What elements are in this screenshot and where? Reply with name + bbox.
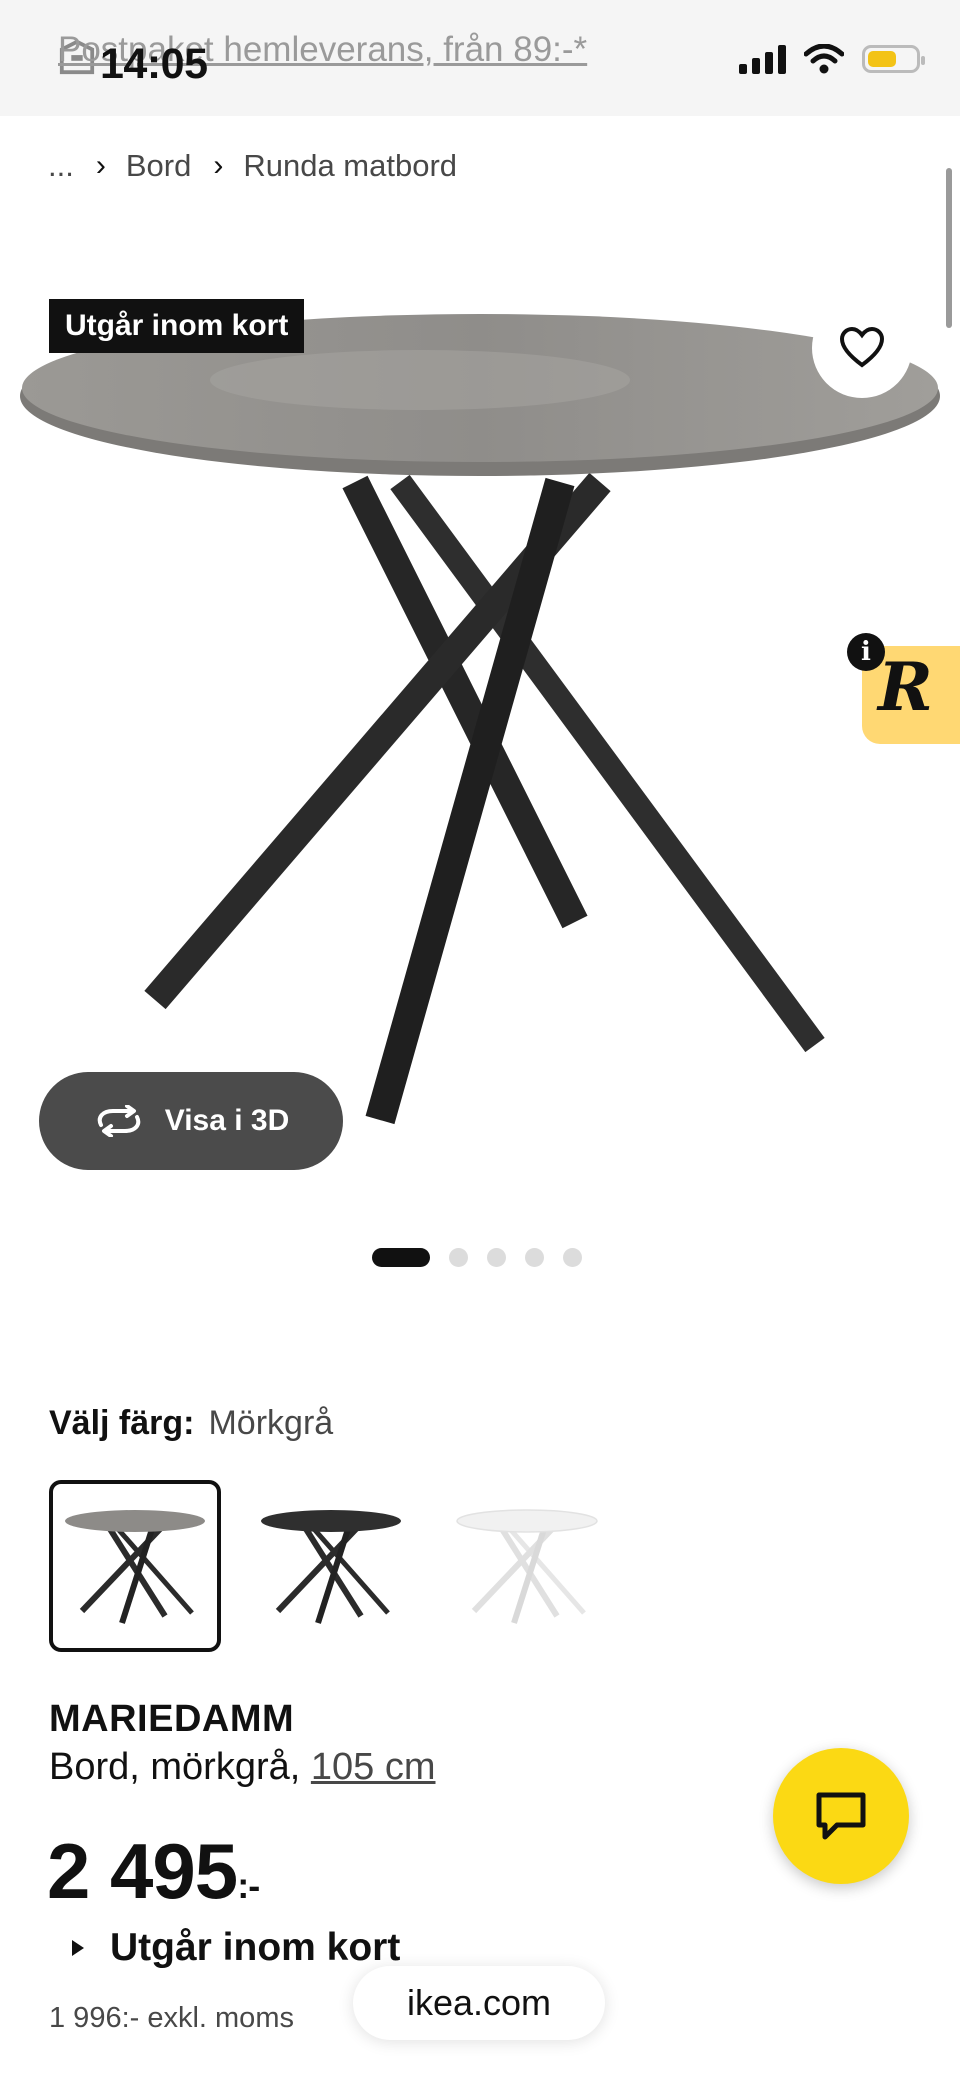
caret-right-icon	[72, 1940, 84, 1956]
swatch-black[interactable]	[245, 1480, 417, 1652]
swatch-white[interactable]	[441, 1480, 613, 1652]
info-icon[interactable]: i	[847, 633, 885, 671]
battery-level	[868, 51, 896, 67]
swatch-image	[65, 1510, 205, 1624]
wifi-icon	[804, 44, 844, 74]
cellular-signal-icon	[739, 44, 786, 74]
carousel-dot[interactable]	[372, 1248, 430, 1267]
r-logo: R	[878, 648, 933, 726]
product-size-link[interactable]: 105 cm	[311, 1746, 436, 1788]
breadcrumb-ellipsis[interactable]: ...	[48, 148, 74, 184]
view-3d-button[interactable]: Visa i 3D	[39, 1072, 343, 1170]
carousel-dot[interactable]	[487, 1248, 506, 1267]
favorite-button[interactable]	[812, 298, 912, 398]
selected-color: Mörkgrå	[208, 1404, 334, 1442]
availability-toggle[interactable]: Utgår inom kort	[72, 1926, 400, 1970]
color-swatches	[49, 1480, 613, 1652]
price-excl-vat: 1 996:- exkl. moms	[49, 2002, 294, 2034]
swatch-dark-grey[interactable]	[49, 1480, 221, 1652]
product-description: Bord, mörkgrå, 105 cm	[49, 1746, 436, 1789]
chat-button[interactable]	[773, 1748, 909, 1884]
product-image-carousel[interactable]	[0, 210, 960, 1170]
breadcrumb: ... › Bord › Runda matbord	[48, 148, 457, 184]
product-name: MARIEDAMM	[49, 1698, 295, 1740]
view-3d-label: Visa i 3D	[164, 1104, 290, 1137]
status-time: 14:05	[100, 40, 208, 88]
carousel-dot[interactable]	[449, 1248, 468, 1267]
price-suffix: :-	[237, 1865, 260, 1906]
browser-domain: ikea.com	[406, 1982, 552, 2023]
swatch-image	[456, 1509, 598, 1624]
product-price: 2 495:-	[47, 1826, 260, 1917]
availability-text: Utgår inom kort	[110, 1926, 401, 1969]
breadcrumb-runda-matbord[interactable]: Runda matbord	[243, 148, 457, 184]
carousel-dots	[372, 1248, 582, 1267]
price-value: 2 495	[47, 1827, 238, 1915]
status-icons	[739, 44, 925, 74]
color-picker-label: Välj färg:	[49, 1404, 195, 1442]
carousel-dot[interactable]	[525, 1248, 544, 1267]
discontinued-badge: Utgår inom kort	[49, 299, 305, 353]
chevron-right-icon: ›	[213, 149, 224, 182]
product-type: Bord, mörkgrå,	[49, 1746, 301, 1788]
color-picker-label-row: Välj färg: Mörkgrå	[49, 1404, 333, 1443]
swatch-image	[261, 1510, 401, 1624]
chat-bubble-icon	[816, 1792, 866, 1840]
rotate-icon	[97, 1105, 140, 1137]
top-bar: Postpaket hemleverans, från 89:-* 14:05	[0, 0, 960, 116]
browser-url-pill[interactable]: ikea.com	[353, 1966, 605, 2040]
chevron-right-icon: ›	[95, 149, 106, 182]
heart-icon	[839, 327, 885, 368]
breadcrumb-bord[interactable]: Bord	[126, 148, 191, 184]
carousel-dot[interactable]	[563, 1248, 582, 1267]
battery-icon	[862, 45, 925, 73]
